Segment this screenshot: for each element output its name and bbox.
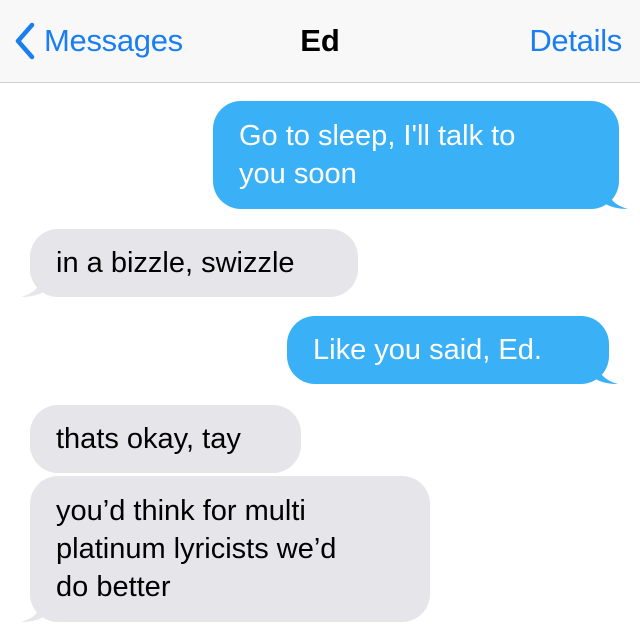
message-text: Go to sleep, I'll talk to you soon bbox=[239, 120, 516, 190]
bubble-tail bbox=[604, 187, 628, 209]
message-bubble-outgoing[interactable]: Go to sleep, I'll talk to you soon bbox=[213, 101, 628, 209]
back-button-label: Messages bbox=[44, 23, 183, 58]
navigation-bar: Messages Ed Details bbox=[0, 0, 640, 83]
bubble-tail bbox=[21, 600, 45, 622]
message-text: in a bizzle, swizzle bbox=[56, 247, 295, 279]
messages-screen: Messages Ed Details Go to sleep, I'll ta… bbox=[0, 0, 640, 640]
message-text: you’d think for multi platinum lyricists… bbox=[56, 495, 337, 603]
message-bubble-incoming[interactable]: in a bizzle, swizzle bbox=[21, 229, 358, 297]
back-button[interactable]: Messages bbox=[14, 20, 183, 62]
bubble-tail bbox=[21, 275, 45, 297]
message-text: thats okay, tay bbox=[56, 423, 241, 455]
chevron-left-icon bbox=[15, 22, 35, 60]
message-bubble-incoming[interactable]: you’d think for multi platinum lyricists… bbox=[21, 476, 430, 622]
message-bubble-incoming[interactable]: thats okay, tay bbox=[30, 405, 301, 473]
details-button[interactable]: Details bbox=[529, 20, 622, 62]
message-bubble-outgoing[interactable]: Like you said, Ed. bbox=[287, 316, 618, 384]
bubble-tail bbox=[594, 362, 618, 384]
message-text: Like you said, Ed. bbox=[313, 334, 542, 366]
